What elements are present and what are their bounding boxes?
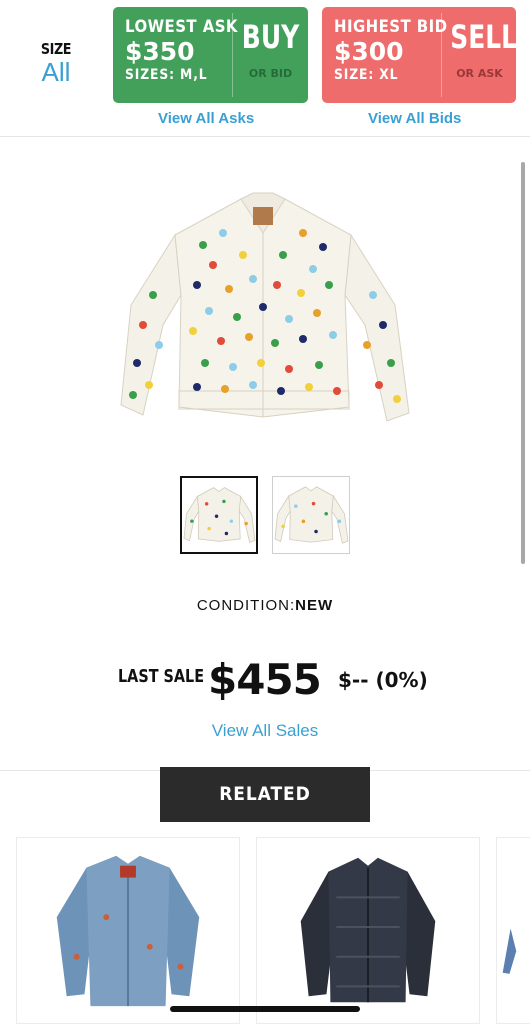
or-bid-label: OR BID — [248, 67, 293, 80]
product-main-image — [120, 192, 410, 422]
size-value[interactable]: All — [22, 58, 90, 86]
size-selector[interactable]: SIZE All — [22, 40, 90, 86]
lowest-ask-sizes: SIZES: M,L — [125, 67, 208, 83]
denim-jacket-image-icon — [56, 855, 200, 1007]
view-all-sales-link[interactable]: View All Sales — [0, 721, 530, 741]
condition-value: NEW — [295, 597, 334, 614]
last-sale-change: $-- (0%) — [338, 668, 428, 692]
buy-label: BUY — [241, 18, 300, 56]
size-label: SIZE — [40, 40, 72, 58]
last-sale-price: $455 — [208, 655, 322, 704]
related-products-heading: RELATED PRODUCTS — [160, 767, 370, 860]
thumbnail-front[interactable] — [180, 476, 258, 554]
polka-dot-jacket-thumbnail-icon — [183, 487, 256, 543]
related-product-card[interactable] — [256, 837, 480, 1024]
highest-bid-sell-button[interactable]: HIGHEST BID $300 SIZE: XL SELL OR ASK — [322, 7, 516, 103]
related-product-card[interactable] — [16, 837, 240, 1024]
lowest-ask-buy-button[interactable]: LOWEST ASK $350 SIZES: M,L BUY OR BID — [113, 7, 308, 103]
top-bar: SIZE All LOWEST ASK $350 SIZES: M,L BUY … — [0, 0, 530, 137]
sell-label: SELL — [450, 18, 516, 56]
view-all-asks-link[interactable]: View All Asks — [158, 110, 254, 127]
view-all-bids-link[interactable]: View All Bids — [368, 110, 461, 127]
highest-bid-title: HIGHEST BID — [334, 17, 448, 37]
home-indicator[interactable] — [170, 1006, 360, 1012]
scrollbar[interactable] — [521, 162, 525, 564]
black-patterned-jacket-image-icon — [300, 857, 436, 1003]
partial-product-image-icon — [502, 928, 517, 974]
buy-action[interactable]: BUY OR BID — [233, 19, 308, 80]
condition-label: CONDITION: — [196, 597, 296, 614]
condition-row: CONDITION:NEW — [0, 597, 530, 614]
sell-action[interactable]: SELL OR ASK — [442, 19, 516, 80]
thumbnail-back[interactable] — [272, 476, 350, 554]
lowest-ask-title: LOWEST ASK — [125, 17, 238, 37]
last-sale-label: LAST SALE — [118, 666, 205, 687]
related-product-card[interactable] — [496, 837, 530, 1024]
highest-bid-sizes: SIZE: XL — [334, 67, 399, 83]
polka-dot-jacket-back-thumbnail-icon — [274, 486, 349, 544]
or-ask-label: OR ASK — [456, 67, 503, 80]
